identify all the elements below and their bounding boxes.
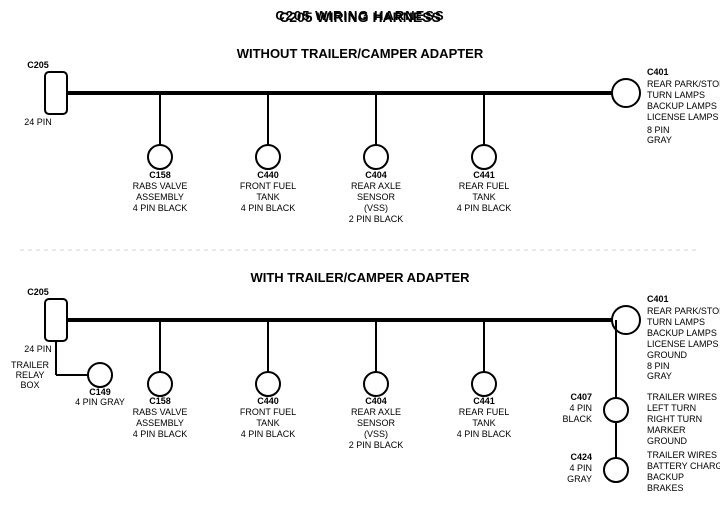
- svg-text:TANK: TANK: [256, 418, 279, 428]
- svg-text:C158: C158: [149, 170, 171, 180]
- svg-text:C441: C441: [473, 170, 495, 180]
- svg-text:C407: C407: [570, 392, 592, 402]
- svg-text:4 PIN BLACK: 4 PIN BLACK: [457, 203, 512, 213]
- svg-text:C158: C158: [149, 396, 171, 406]
- svg-text:2 PIN BLACK: 2 PIN BLACK: [349, 440, 404, 450]
- svg-text:REAR AXLE: REAR AXLE: [351, 181, 401, 191]
- svg-text:8 PIN: 8 PIN: [647, 125, 670, 135]
- svg-text:BLACK: BLACK: [562, 414, 592, 424]
- svg-text:C401: C401: [647, 67, 669, 77]
- svg-text:RABS VALVE: RABS VALVE: [133, 181, 188, 191]
- svg-text:C401: C401: [647, 294, 669, 304]
- svg-text:BACKUP: BACKUP: [647, 472, 684, 482]
- svg-text:GRAY: GRAY: [647, 371, 672, 381]
- svg-text:RELAY: RELAY: [16, 370, 45, 380]
- svg-text:4 PIN BLACK: 4 PIN BLACK: [133, 429, 188, 439]
- svg-text:2 PIN BLACK: 2 PIN BLACK: [349, 214, 404, 224]
- svg-text:C440: C440: [257, 170, 279, 180]
- svg-text:REAR PARK/STOP: REAR PARK/STOP: [647, 79, 720, 89]
- svg-text:C440: C440: [257, 396, 279, 406]
- svg-text:TRAILER WIRES: TRAILER WIRES: [647, 392, 717, 402]
- svg-text:GROUND: GROUND: [647, 436, 687, 446]
- svg-text:GRAY: GRAY: [647, 135, 672, 145]
- svg-text:C424: C424: [570, 452, 592, 462]
- svg-text:TRAILER: TRAILER: [11, 360, 50, 370]
- svg-text:REAR PARK/STOP: REAR PARK/STOP: [647, 306, 720, 316]
- svg-text:C205: C205: [27, 60, 49, 70]
- svg-text:SENSOR: SENSOR: [357, 418, 396, 428]
- svg-text:REAR FUEL: REAR FUEL: [459, 181, 510, 191]
- svg-text:4 PIN BLACK: 4 PIN BLACK: [241, 203, 296, 213]
- svg-text:C404: C404: [365, 170, 387, 180]
- svg-text:REAR FUEL: REAR FUEL: [459, 407, 510, 417]
- svg-text:GRAY: GRAY: [567, 474, 592, 484]
- svg-text:(VSS): (VSS): [364, 203, 388, 213]
- svg-text:8 PIN: 8 PIN: [647, 361, 670, 371]
- svg-text:TURN LAMPS: TURN LAMPS: [647, 90, 705, 100]
- svg-text:C441: C441: [473, 396, 495, 406]
- svg-text:4 PIN: 4 PIN: [569, 463, 592, 473]
- svg-text:C404: C404: [365, 396, 387, 406]
- svg-text:4 PIN BLACK: 4 PIN BLACK: [241, 429, 296, 439]
- svg-text:FRONT FUEL: FRONT FUEL: [240, 407, 296, 417]
- svg-text:4 PIN: 4 PIN: [569, 403, 592, 413]
- svg-text:ASSEMBLY: ASSEMBLY: [136, 192, 184, 202]
- svg-text:REAR AXLE: REAR AXLE: [351, 407, 401, 417]
- svg-text:C149: C149: [89, 387, 111, 397]
- svg-text:C205: C205: [27, 287, 49, 297]
- svg-text:FRONT FUEL: FRONT FUEL: [240, 181, 296, 191]
- svg-text:MARKER: MARKER: [647, 425, 686, 435]
- page: C205 WIRING HARNESS WITHOUT TRAILER/CAMP…: [0, 0, 720, 517]
- svg-text:WITHOUT TRAILER/CAMPER ADAPT: WITHOUT TRAILER/CAMPER ADAPTER: [237, 46, 484, 61]
- svg-text:4 PIN BLACK: 4 PIN BLACK: [133, 203, 188, 213]
- svg-text:24 PIN: 24 PIN: [24, 117, 52, 127]
- svg-text:RIGHT TURN: RIGHT TURN: [647, 414, 702, 424]
- svg-text:LICENSE LAMPS: LICENSE LAMPS: [647, 339, 719, 349]
- svg-text:TURN LAMPS: TURN LAMPS: [647, 317, 705, 327]
- svg-text:RABS VALVE: RABS VALVE: [133, 407, 188, 417]
- svg-text:4 PIN BLACK: 4 PIN BLACK: [457, 429, 512, 439]
- svg-text:BOX: BOX: [20, 380, 39, 390]
- svg-text:TANK: TANK: [472, 418, 495, 428]
- svg-text:TANK: TANK: [256, 192, 279, 202]
- svg-text:LICENSE LAMPS: LICENSE LAMPS: [647, 112, 719, 122]
- svg-text:(VSS): (VSS): [364, 429, 388, 439]
- svg-text:4 PIN GRAY: 4 PIN GRAY: [75, 397, 125, 407]
- svg-text:GROUND: GROUND: [647, 350, 687, 360]
- svg-text:BACKUP LAMPS: BACKUP LAMPS: [647, 101, 717, 111]
- svg-text:TANK: TANK: [472, 192, 495, 202]
- svg-text:BRAKES: BRAKES: [647, 483, 684, 493]
- svg-text:SENSOR: SENSOR: [357, 192, 396, 202]
- svg-text:TRAILER WIRES: TRAILER WIRES: [647, 450, 717, 460]
- svg-text:BACKUP LAMPS: BACKUP LAMPS: [647, 328, 717, 338]
- svg-text:C205 WIRING HARNESS: C205 WIRING HARNESS: [279, 9, 441, 25]
- svg-text:24 PIN: 24 PIN: [24, 344, 52, 354]
- svg-text:LEFT TURN: LEFT TURN: [647, 403, 696, 413]
- svg-text:ASSEMBLY: ASSEMBLY: [136, 418, 184, 428]
- svg-text:BATTERY CHARGE: BATTERY CHARGE: [647, 461, 720, 471]
- wiring-diagram: WITHOUT TRAILER/CAMPER ADAPTER C205 24 P…: [0, 0, 720, 517]
- svg-text:WITH TRAILER/CAMPER ADAPTER: WITH TRAILER/CAMPER ADAPTER: [250, 270, 470, 285]
